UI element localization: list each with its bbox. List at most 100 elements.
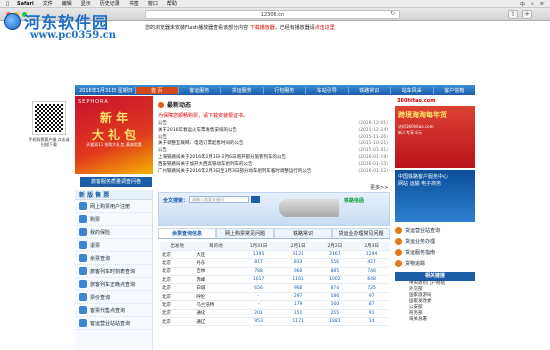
menu-help[interactable]: 帮助 <box>167 0 177 7</box>
right-ad-railway[interactable]: 中国铁路客户服务中心 网站 运输 电子商务 <box>395 170 475 222</box>
menu-file[interactable]: 文件 <box>43 0 53 7</box>
address-bar[interactable]: 12306.cn <box>145 10 400 19</box>
news-item[interactable]: 公告 (2015-01-01) <box>158 148 388 155</box>
reload-icon[interactable]: ↻ <box>390 10 395 17</box>
sidebar-item-price[interactable]: 票价查询 <box>75 291 152 304</box>
table-cell: 北京 <box>160 267 195 277</box>
apple-icon[interactable]:  <box>6 1 9 7</box>
news-item[interactable]: 关于2016年春运火车票发售安排的公告 (2015-12-14) <box>158 128 388 135</box>
info-tabs: 余票查询信息 网上购票常见问题 铁路常识 货运业办理常见问题 <box>158 228 390 239</box>
tab-knowledge[interactable]: 铁路常识 <box>274 228 332 238</box>
news-item[interactable]: 广州铁路局关于2016年2月3日至3月3日部分动车组列车临时调整运行的公告 (20… <box>158 169 388 176</box>
cargo-tracking-link[interactable]: 货物追踪 <box>395 258 475 269</box>
table-cell: 297 <box>279 292 317 302</box>
nav-railway-knowledge[interactable]: 铁路常识 <box>347 86 391 94</box>
menu-view[interactable]: 显示 <box>81 0 91 7</box>
nav-mailbox[interactable]: 客户信箱 <box>432 86 476 94</box>
nav-passenger[interactable]: 客运服务 <box>177 86 221 94</box>
table-row[interactable]: 北京 赤峰 1017 1161 1002 648 <box>160 275 390 285</box>
download-player-link[interactable]: 下载播放器 <box>250 25 275 31</box>
related-links-header: 相关链接 <box>395 272 475 281</box>
flash-banner-text: 您的浏览器未安装Flash播放器查看该部分内容 <box>145 25 249 31</box>
qr-caption: 手机购票客户端 点击或扫描下载 <box>28 137 70 147</box>
table-row[interactable]: 北京 乌兰浩特 -179 160 87 <box>160 300 390 310</box>
table-cell: - <box>237 300 280 310</box>
refund-icon <box>79 241 87 249</box>
column-header: 1月31日 <box>237 242 280 251</box>
menu-safari[interactable]: Safari <box>17 1 34 7</box>
table-row[interactable]: 北京 通化 201 151 255 91 <box>160 309 390 319</box>
search-input[interactable]: 请输入搜索关键词 <box>189 196 249 203</box>
menu-history[interactable]: 历史记录 <box>100 0 120 7</box>
news-item[interactable]: 公告 (2016-12-01) <box>158 121 388 128</box>
notification-icon[interactable]: ≡ <box>540 1 544 8</box>
table-row[interactable]: 北京 白城 656 966 874 725 <box>160 283 390 293</box>
sidebar-item-delay[interactable]: 旅客列车正晚点查询 <box>75 278 152 291</box>
tab-freight-faq[interactable]: 货运业办理常见问题 <box>332 228 390 238</box>
related-link[interactable]: 海关总署 <box>395 317 475 323</box>
table-cell: 91 <box>353 309 390 319</box>
tab-faq[interactable]: 网上购票常见问题 <box>216 228 274 238</box>
share-button[interactable]: ⇧ <box>508 10 518 19</box>
railway-letter-tag[interactable]: 铁路信函 <box>344 197 364 204</box>
table-row[interactable]: 北京 呼伦 -297 186 97 <box>160 292 390 302</box>
right-ad-headline: 跨境海淘每年货 <box>398 111 447 119</box>
table-cell: 吉林 <box>194 267 238 277</box>
input-method-icon[interactable]: 中 <box>520 1 525 8</box>
sidebar-item-insurance[interactable]: 我的保险 <box>75 226 152 239</box>
sidebar-item-label: 旅客列车正晚点查询 <box>90 281 136 288</box>
table-row[interactable]: 北京 大连 1195 3121 2167 1294 <box>160 250 390 260</box>
sidebar-item-remaining[interactable]: 余票查询 <box>75 252 152 265</box>
nav-station-guide[interactable]: 车站引导 <box>305 86 348 94</box>
user-icon <box>79 202 87 210</box>
sidebar-item-buy[interactable]: 购票 <box>75 213 152 226</box>
qr-code[interactable] <box>32 101 66 135</box>
menu-window[interactable]: 窗口 <box>148 0 158 7</box>
right-link-label: 货运业务办理 <box>405 239 436 245</box>
nav-style[interactable]: 站车风采 <box>390 86 433 94</box>
survey-button[interactable]: 旅客服务质量调查问卷 <box>80 177 152 187</box>
flash-banner: 您的浏览器未安装Flash播放器查看该部分内容 下载播放器，已经有播放器请点击这… <box>145 25 475 47</box>
sidebar-item-label: 购票 <box>90 216 101 223</box>
table-row[interactable]: 北京 吉林 788 960 885 748 <box>160 267 390 277</box>
menu-edit[interactable]: 编辑 <box>62 0 72 7</box>
news-item[interactable]: 关于调整互联网、电话订票起售时间的公告 (2015-10-21) <box>158 141 388 148</box>
freight-station-link[interactable]: 货运营业站查询 <box>395 225 475 236</box>
table-row[interactable]: 北京 通辽 953 1171 1881 14 <box>160 317 390 327</box>
table-row[interactable]: 北京 丹东 817 833 556 427 <box>160 258 390 268</box>
news-item[interactable]: 西安铁路局关于加开大西高铁动车组列车的公告 (2016-01-15) <box>158 162 388 169</box>
right-ad-360hitao[interactable]: 360hitao.com 跨境海淘每年货 访问360hitao.com 新人专享… <box>395 96 475 168</box>
sidebar-item-label: 客票代售点查询 <box>90 307 126 314</box>
remaining-tickets-table: 出发地 目的地 1月31日 2月1日 2月2日 2月3日 北京 大连 1195 312… <box>160 242 390 327</box>
sidebar-item-agent[interactable]: 客票代售点查询 <box>75 304 152 317</box>
news-lead-link[interactable]: 为保障您顺畅购票，请下载安装根证书。 <box>158 112 388 119</box>
freight-business-link[interactable]: 货运业务办理 <box>395 236 475 247</box>
sidebar-item-station[interactable]: 客运营业站站查询 <box>75 317 152 330</box>
sidebar-item-register[interactable]: 网上购票用户注册 <box>75 200 152 213</box>
table-cell: 北京 <box>160 250 195 260</box>
search-label: 全文搜索： <box>163 198 189 204</box>
sidebar-item-timetable[interactable]: 旅客列车时刻表查询 <box>75 265 152 278</box>
right-link-label: 货运营业站查询 <box>405 228 441 234</box>
click-here-link[interactable]: 点击这里 <box>315 25 335 31</box>
table-cell: 960 <box>279 267 317 277</box>
sidebar-item-refund[interactable]: 退票 <box>75 239 152 252</box>
nav-home[interactable]: 首 页 <box>135 86 178 94</box>
news-more-link[interactable]: 更多>> <box>370 184 388 191</box>
search-button[interactable] <box>251 196 260 203</box>
freight-guide-link[interactable]: 货运服务指南 <box>395 247 475 258</box>
column-header: 出发地 <box>160 242 195 251</box>
news-item[interactable]: 上海铁路局关于2016年2月1日-2月6日增开部分旅客列车的公告 (2016-01… <box>158 155 388 162</box>
spotlight-icon[interactable]: ⌕ <box>531 1 534 8</box>
tab-remaining[interactable]: 余票查询信息 <box>158 228 216 238</box>
table-cell: 乌兰浩特 <box>194 300 238 310</box>
right-link-label: 货物追踪 <box>405 261 426 267</box>
table-cell: 648 <box>353 275 390 285</box>
right-link-label: 货运服务指南 <box>405 250 436 256</box>
left-ad[interactable]: SEPHORA 新 年 大 礼 包 天猫双11 抢购大礼包 满减优惠 <box>75 96 153 174</box>
new-tab-button[interactable]: + <box>522 10 532 19</box>
table-cell: 186 <box>316 292 354 302</box>
nav-freight[interactable]: 货运服务 <box>220 86 263 94</box>
nav-parcel[interactable]: 行包服务 <box>262 86 306 94</box>
menu-bookmarks[interactable]: 书签 <box>129 0 139 7</box>
